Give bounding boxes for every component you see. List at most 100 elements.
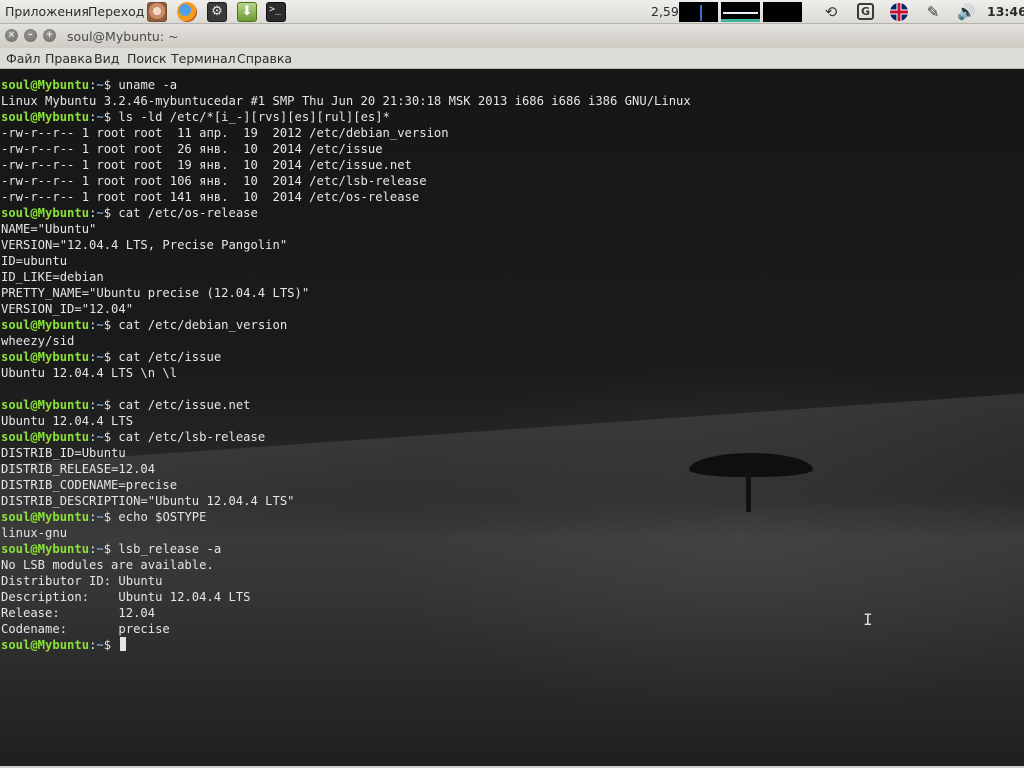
prompt-symbol: $ — [103, 398, 112, 412]
prompt-path: ~ — [96, 638, 104, 652]
top-panel: Приложения Переход ⚙ ⬇ >_ 2,59 ⟲ G ✎ 🔊 1… — [0, 0, 1024, 24]
terminal-output: soul@Mybuntu:~$ uname -a Linux Mybuntu 3.… — [1, 77, 691, 653]
prompt-user: soul@Mybuntu — [1, 510, 90, 524]
memory-monitor[interactable] — [721, 2, 760, 22]
prompt-user: soul@Mybuntu — [1, 350, 90, 364]
system-settings-icon[interactable]: ⚙ — [207, 2, 227, 22]
output-line: VERSION="12.04.4 LTS, Precise Pangolin" — [1, 238, 288, 252]
prompt-line: soul@Mybuntu:~$ cat /etc/os-release — [1, 205, 691, 221]
menu-file[interactable]: Файл — [6, 51, 41, 66]
keyboard-layout-flag-icon[interactable] — [890, 3, 908, 21]
output-line: Ubuntu 12.04.4 LTS — [1, 414, 134, 428]
prompt-symbol: $ — [103, 78, 112, 92]
prompt-user: soul@Mybuntu — [1, 110, 90, 124]
command-text: echo $OSTYPE — [111, 510, 207, 524]
prompt-symbol: $ — [103, 542, 112, 556]
command-text: cat /etc/issue.net — [111, 398, 251, 412]
minimize-button[interactable]: – — [24, 29, 37, 42]
command-text: lsb_release -a — [111, 542, 222, 556]
prompt-path: ~ — [96, 78, 104, 92]
cpu-monitor[interactable] — [679, 2, 718, 22]
prompt-user: soul@Mybuntu — [1, 430, 90, 444]
prompt-line: soul@Mybuntu:~$ lsb_release -a — [1, 541, 691, 557]
prompt-line: soul@Mybuntu:~$ uname -a — [1, 77, 691, 93]
menu-view[interactable]: Вид — [94, 51, 119, 66]
places-menu[interactable]: Переход — [88, 4, 144, 19]
terminal-cursor — [120, 637, 127, 651]
prompt-symbol: $ — [103, 430, 112, 444]
firefox-icon[interactable] — [177, 2, 197, 22]
prompt-path: ~ — [96, 110, 104, 124]
menu-edit[interactable]: Правка — [45, 51, 93, 66]
menu-search[interactable]: Поиск — [127, 51, 167, 66]
output-line: PRETTY_NAME="Ubuntu precise (12.04.4 LTS… — [1, 286, 310, 300]
current-prompt-line: soul@Mybuntu:~$ — [1, 637, 691, 653]
prompt-symbol: $ — [103, 350, 112, 364]
prompt-symbol: $ — [103, 318, 112, 332]
prompt-user: soul@Mybuntu — [1, 78, 90, 92]
load-average: 2,59 — [651, 4, 679, 19]
prompt-line: soul@Mybuntu:~$ cat /etc/lsb-release — [1, 429, 691, 445]
close-button[interactable]: × — [5, 29, 18, 42]
prompt-user: soul@Mybuntu — [1, 638, 90, 652]
prompt-symbol: $ — [103, 510, 112, 524]
command-input[interactable] — [111, 638, 118, 652]
output-line: DISTRIB_DESCRIPTION="Ubuntu 12.04.4 LTS" — [1, 494, 295, 508]
output-line: wheezy/sid — [1, 334, 75, 348]
download-manager-icon[interactable]: ⬇ — [237, 2, 257, 22]
volume-icon[interactable]: 🔊 — [957, 3, 976, 21]
prompt-symbol: $ — [103, 206, 112, 220]
applications-menu[interactable]: Приложения — [5, 4, 89, 19]
prompt-user: soul@Mybuntu — [1, 398, 90, 412]
terminal-area[interactable]: soul@Mybuntu:~$ uname -a Linux Mybuntu 3.… — [0, 69, 1024, 766]
window-titlebar[interactable]: × – + soul@Mybuntu: ~ — [0, 24, 1024, 48]
prompt-user: soul@Mybuntu — [1, 206, 90, 220]
prompt-path: ~ — [96, 430, 104, 444]
output-line: Distributor ID: Ubuntu — [1, 574, 163, 588]
clock[interactable]: 13:46 — [987, 4, 1024, 19]
output-line: -rw-r--r-- 1 root root 141 янв. 10 2014 … — [1, 190, 420, 204]
prompt-line: soul@Mybuntu:~$ cat /etc/debian_version — [1, 317, 691, 333]
command-text: ls -ld /etc/*[i_-][rvs][es][rul][es]* — [111, 110, 390, 124]
prompt-symbol: $ — [103, 110, 112, 124]
g-indicator-icon[interactable]: G — [857, 3, 874, 20]
command-text: uname -a — [111, 78, 178, 92]
output-line: -rw-r--r-- 1 root root 19 янв. 10 2014 /… — [1, 158, 412, 172]
window-title: soul@Mybuntu: ~ — [67, 29, 179, 44]
tools-icon[interactable]: ✎ — [924, 3, 942, 21]
prompt-path: ~ — [96, 542, 104, 556]
command-text: cat /etc/issue — [111, 350, 222, 364]
maximize-button[interactable]: + — [43, 29, 56, 42]
menubar: Файл Правка Вид Поиск Терминал Справка — [0, 48, 1024, 69]
prompt-user: soul@Mybuntu — [1, 542, 90, 556]
output-line: -rw-r--r-- 1 root root 11 апр. 19 2012 /… — [1, 126, 449, 140]
prompt-line: soul@Mybuntu:~$ echo $OSTYPE — [1, 509, 691, 525]
output-line: Ubuntu 12.04.4 LTS \n \l — [1, 366, 178, 380]
output-line: NAME="Ubuntu" — [1, 222, 97, 236]
network-monitor[interactable] — [763, 2, 802, 22]
command-text: cat /etc/debian_version — [111, 318, 288, 332]
sync-icon[interactable]: ⟲ — [822, 3, 840, 21]
menu-help[interactable]: Справка — [237, 51, 292, 66]
prompt-path: ~ — [96, 398, 104, 412]
wallpaper-tree-trunk — [746, 471, 751, 512]
terminal-icon[interactable]: >_ — [266, 2, 286, 22]
menu-terminal[interactable]: Терминал — [171, 51, 236, 66]
prompt-line: soul@Mybuntu:~$ ls -ld /etc/*[i_-][rvs][… — [1, 109, 691, 125]
output-line: Codename: precise — [1, 622, 170, 636]
output-line: Linux Mybuntu 3.2.46-mybuntucedar #1 SMP… — [1, 94, 691, 108]
command-text: cat /etc/lsb-release — [111, 430, 266, 444]
home-folder-icon[interactable] — [147, 2, 167, 22]
prompt-path: ~ — [96, 350, 104, 364]
prompt-path: ~ — [96, 318, 104, 332]
output-line: DISTRIB_ID=Ubuntu — [1, 446, 126, 460]
prompt-path: ~ — [96, 510, 104, 524]
prompt-line: soul@Mybuntu:~$ cat /etc/issue.net — [1, 397, 691, 413]
prompt-user: soul@Mybuntu — [1, 318, 90, 332]
output-line: VERSION_ID="12.04" — [1, 302, 134, 316]
output-line: -rw-r--r-- 1 root root 26 янв. 10 2014 /… — [1, 142, 383, 156]
prompt-line: soul@Mybuntu:~$ cat /etc/issue — [1, 349, 691, 365]
prompt-symbol: $ — [103, 638, 112, 652]
output-line: DISTRIB_CODENAME=precise — [1, 478, 178, 492]
